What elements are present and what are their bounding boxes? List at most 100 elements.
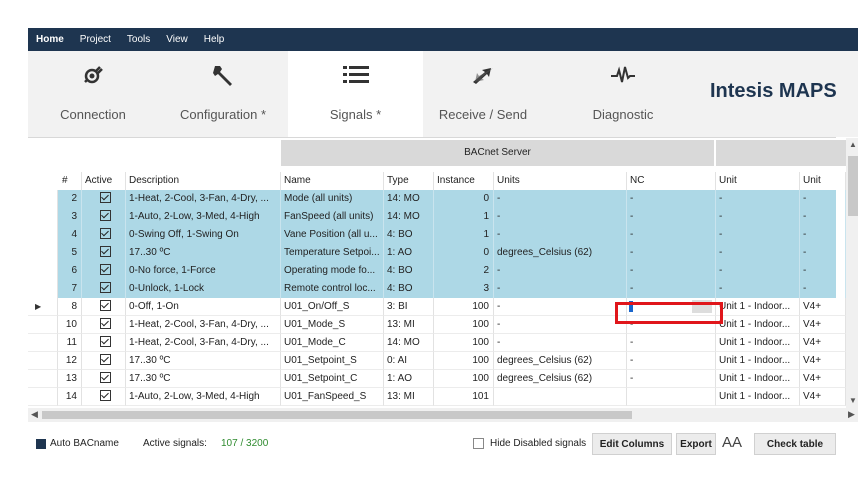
receive-send-tab[interactable]: Receive / Send	[423, 51, 543, 137]
unit-cell[interactable]: Unit 1 - Indoor...	[716, 370, 800, 388]
description-cell[interactable]: 1-Auto, 2-Low, 3-Med, 4-High	[126, 388, 281, 406]
active-checkbox-cell[interactable]	[82, 316, 126, 334]
units-cell[interactable]: degrees_Celsius (62)	[494, 244, 627, 262]
export-button[interactable]: Export	[676, 433, 716, 455]
name-cell[interactable]: U01_Setpoint_C	[281, 370, 384, 388]
type-cell[interactable]: 4: BO	[384, 280, 434, 298]
instance-cell[interactable]: 1	[434, 208, 494, 226]
unit-cell[interactable]: -	[716, 190, 800, 208]
active-checkbox[interactable]	[99, 335, 111, 347]
units-cell[interactable]: -	[494, 190, 627, 208]
active-checkbox[interactable]	[99, 299, 111, 311]
unit-cell[interactable]: Unit 1 - Indoor...	[716, 334, 800, 352]
unit-cell[interactable]: -	[716, 208, 800, 226]
row-number[interactable]: 5	[58, 244, 82, 262]
description-cell[interactable]: 0-Unlock, 1-Lock	[126, 280, 281, 298]
instance-cell[interactable]: 0	[434, 190, 494, 208]
configuration-tab[interactable]: Configuration *	[158, 51, 288, 137]
row-number[interactable]: 13	[58, 370, 82, 388]
description-cell[interactable]: 1-Heat, 2-Cool, 3-Fan, 4-Dry, ...	[126, 334, 281, 352]
active-checkbox[interactable]	[99, 227, 111, 239]
col-header-unit[interactable]: Unit	[716, 172, 800, 190]
description-cell[interactable]: 17..30 ºC	[126, 352, 281, 370]
description-cell[interactable]: 17..30 ºC	[126, 370, 281, 388]
vertical-scrollbar[interactable]: ▲ ▼	[846, 138, 858, 408]
row-selector[interactable]	[28, 262, 58, 280]
type-cell[interactable]: 14: MO	[384, 208, 434, 226]
check-table-button[interactable]: Check table	[754, 433, 836, 455]
type-cell[interactable]: 14: MO	[384, 334, 434, 352]
table-row[interactable]: 11 1-Heat, 2-Cool, 3-Fan, 4-Dry, ... U01_M…	[28, 334, 846, 352]
unit-2-cell[interactable]: V4+	[800, 316, 846, 334]
unit-cell[interactable]: -	[716, 262, 800, 280]
nc-cell[interactable]: -	[627, 244, 716, 262]
active-checkbox-cell[interactable]	[82, 226, 126, 244]
table-row[interactable]: 7 0-Unlock, 1-Lock Remote control loc... 4:…	[28, 280, 846, 298]
unit-2-cell[interactable]: V4+	[800, 352, 846, 370]
units-cell[interactable]: degrees_Celsius (62)	[494, 370, 627, 388]
active-checkbox-cell[interactable]	[82, 370, 126, 388]
unit-2-cell[interactable]: -	[800, 208, 846, 226]
row-number[interactable]: 2	[58, 190, 82, 208]
name-cell[interactable]: Vane Position (all u...	[281, 226, 384, 244]
active-checkbox-cell[interactable]	[82, 244, 126, 262]
nc-cell[interactable]: -	[627, 352, 716, 370]
description-cell[interactable]: 0-Off, 1-On	[126, 298, 281, 316]
name-cell[interactable]: U01_Mode_S	[281, 316, 384, 334]
unit-cell[interactable]: -	[716, 226, 800, 244]
instance-cell[interactable]: 100	[434, 298, 494, 316]
col-header-num[interactable]: #	[58, 172, 82, 190]
menu-project[interactable]: Project	[72, 34, 119, 45]
row-selector[interactable]	[28, 370, 58, 388]
auto-bacname-checkbox[interactable]	[36, 439, 46, 449]
active-checkbox[interactable]	[99, 353, 111, 365]
col-header-instance[interactable]: Instance	[434, 172, 494, 190]
nc-cell[interactable]: -	[627, 262, 716, 280]
instance-cell[interactable]: 0	[434, 244, 494, 262]
row-number[interactable]: 14	[58, 388, 82, 406]
row-selector[interactable]	[28, 244, 58, 262]
instance-cell[interactable]: 101	[434, 388, 494, 406]
row-number[interactable]: 10	[58, 316, 82, 334]
units-cell[interactable]: -	[494, 226, 627, 244]
active-checkbox[interactable]	[99, 245, 111, 257]
nc-cell[interactable]: -	[627, 208, 716, 226]
instance-cell[interactable]: 3	[434, 280, 494, 298]
table-row[interactable]: 14 1-Auto, 2-Low, 3-Med, 4-High U01_FanSpe…	[28, 388, 846, 406]
type-cell[interactable]: 4: BO	[384, 226, 434, 244]
unit-2-cell[interactable]: V4+	[800, 298, 846, 316]
type-cell[interactable]: 0: AI	[384, 352, 434, 370]
menu-home[interactable]: Home	[28, 34, 72, 45]
units-cell[interactable]	[494, 388, 627, 406]
table-row[interactable]: 4 0-Swing Off, 1-Swing On Vane Position (a…	[28, 226, 846, 244]
units-cell[interactable]: -	[494, 208, 627, 226]
active-checkbox[interactable]	[99, 281, 111, 293]
unit-cell[interactable]: Unit 1 - Indoor...	[716, 298, 800, 316]
nc-cell[interactable]: -	[627, 370, 716, 388]
menu-tools[interactable]: Tools	[119, 34, 158, 45]
col-header-type[interactable]: Type	[384, 172, 434, 190]
menu-view[interactable]: View	[158, 34, 196, 45]
unit-2-cell[interactable]: V4+	[800, 334, 846, 352]
connection-tab[interactable]: Connection	[28, 51, 158, 137]
instance-cell[interactable]: 2	[434, 262, 494, 280]
row-number[interactable]: 8	[58, 298, 82, 316]
units-cell[interactable]: degrees_Celsius (62)	[494, 352, 627, 370]
signals-tab[interactable]: Signals *	[288, 51, 423, 137]
nc-cell[interactable]: -	[627, 334, 716, 352]
active-checkbox[interactable]	[99, 317, 111, 329]
unit-cell[interactable]: Unit 1 - Indoor...	[716, 352, 800, 370]
type-cell[interactable]: 4: BO	[384, 262, 434, 280]
type-cell[interactable]: 3: BI	[384, 298, 434, 316]
description-cell[interactable]: 0-Swing Off, 1-Swing On	[126, 226, 281, 244]
table-row[interactable]: 3 1-Auto, 2-Low, 3-Med, 4-High FanSpeed (a…	[28, 208, 846, 226]
type-cell[interactable]: 14: MO	[384, 190, 434, 208]
col-header-active[interactable]: Active	[82, 172, 126, 190]
units-cell[interactable]: -	[494, 280, 627, 298]
unit-2-cell[interactable]: -	[800, 262, 846, 280]
row-number[interactable]: 3	[58, 208, 82, 226]
description-cell[interactable]: 17..30 ºC	[126, 244, 281, 262]
name-cell[interactable]: U01_On/Off_S	[281, 298, 384, 316]
active-checkbox-cell[interactable]	[82, 280, 126, 298]
col-header-name[interactable]: Name	[281, 172, 384, 190]
